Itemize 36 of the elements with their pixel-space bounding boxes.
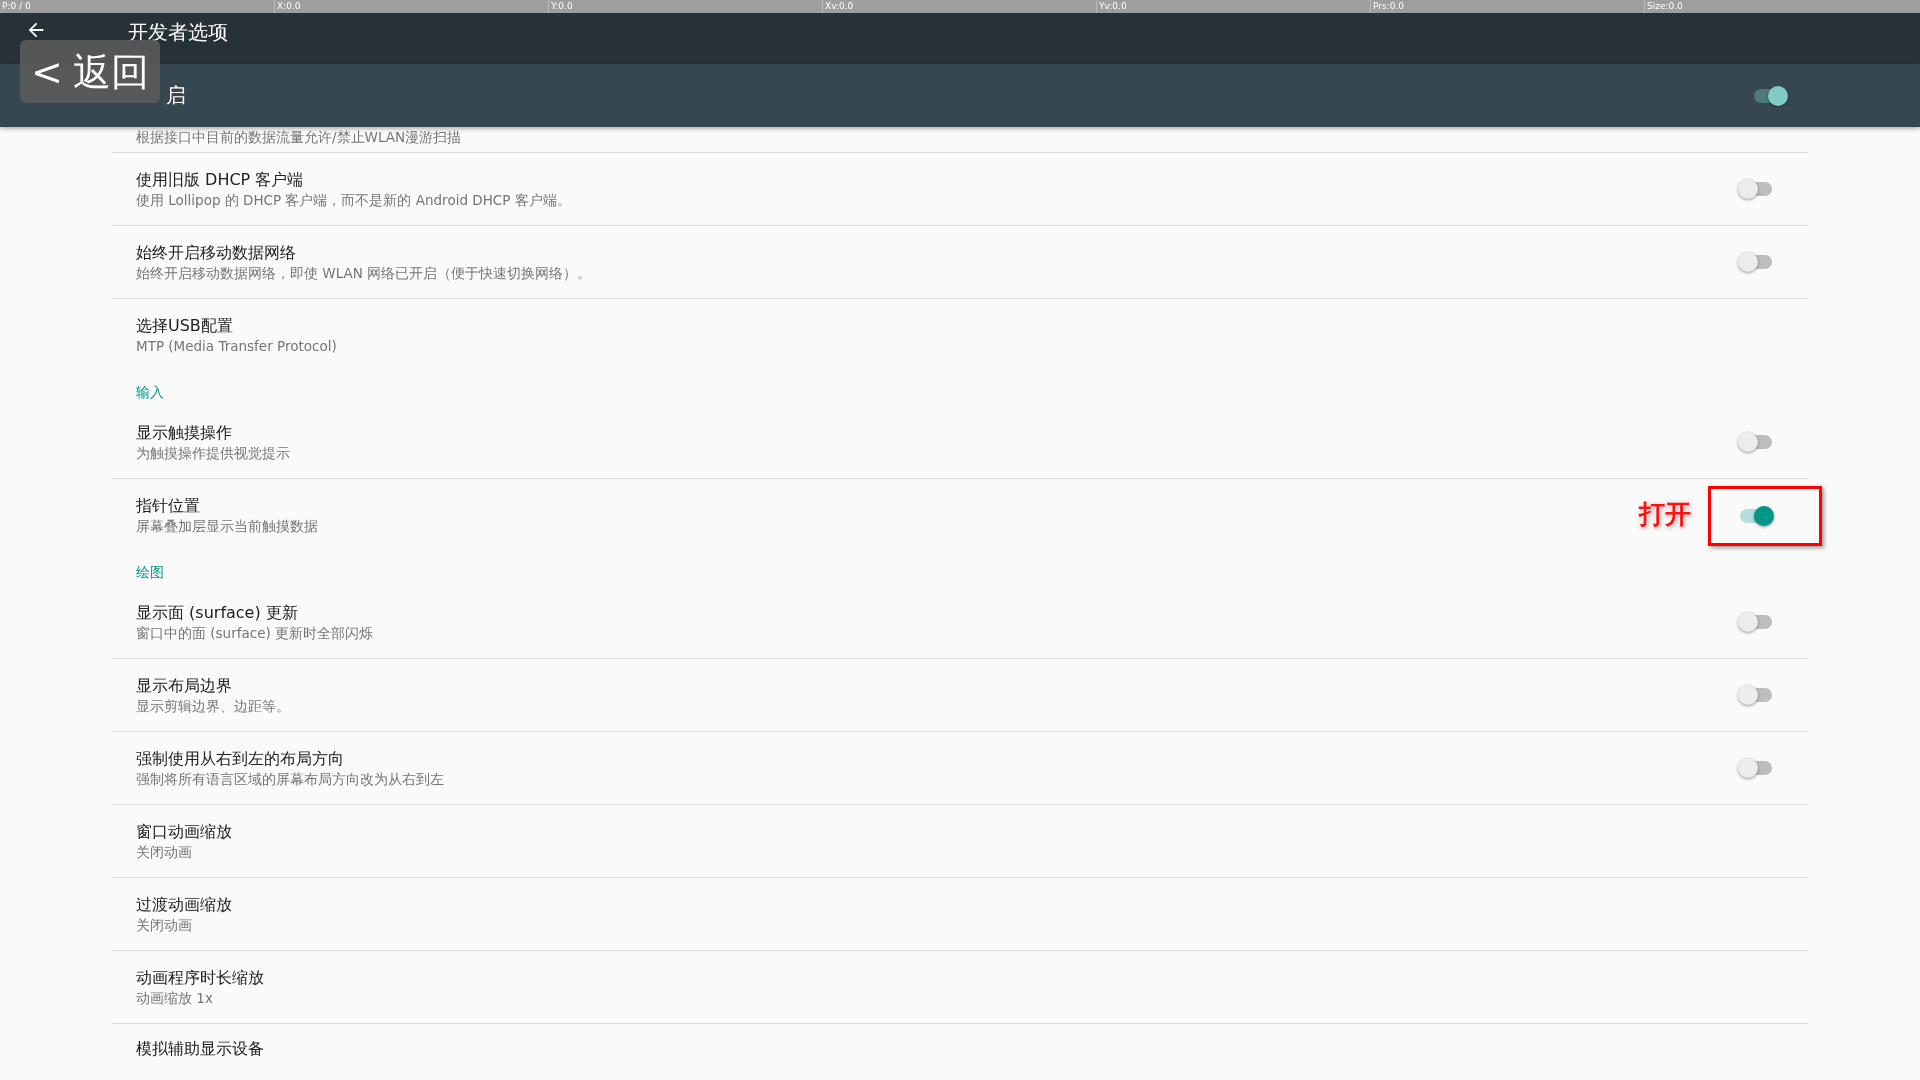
setting-description: 窗口中的面 (surface) 更新时全部闪烁: [136, 623, 373, 643]
setting-title[interactable]: 强制使用从右到左的布局方向: [136, 747, 344, 769]
setting-description: 强制将所有语言区域的屏幕布局方向改为从右到左: [136, 769, 444, 789]
setting-description: 关闭动画: [136, 915, 192, 935]
category-header: 绘图: [135, 563, 165, 582]
master-switch-label: 启: [166, 82, 186, 109]
back-overlay-button[interactable]: < 返回: [20, 40, 160, 103]
setting-title[interactable]: 显示面 (surface) 更新: [136, 601, 298, 623]
toggle-switch[interactable]: [1738, 430, 1774, 454]
setting-description: 屏幕叠加层显示当前触摸数据: [136, 517, 318, 536]
setting-title[interactable]: 显示触摸操作: [136, 421, 232, 443]
toggle-switch[interactable]: [1738, 610, 1774, 634]
setting-description: 根据接口中目前的数据流量允许/禁止WLAN漫游扫描: [136, 128, 462, 147]
setting-title[interactable]: 使用旧版 DHCP 客户端: [136, 168, 304, 190]
setting-description: 显示剪辑边界、边距等。: [136, 696, 290, 716]
setting-description: 动画缩放 1x: [136, 988, 213, 1008]
toggle-switch[interactable]: [1738, 683, 1774, 707]
setting-title[interactable]: 窗口动画缩放: [136, 820, 232, 842]
setting-title[interactable]: 选择USB配置: [136, 315, 233, 336]
toggle-switch[interactable]: [1738, 250, 1774, 274]
toggle-switch[interactable]: [1738, 756, 1774, 780]
toggle-switch[interactable]: [1738, 177, 1774, 201]
setting-title[interactable]: 始终开启移动数据网络: [136, 241, 296, 263]
setting-description: 为触摸操作提供视觉提示: [136, 443, 290, 463]
setting-title[interactable]: 过渡动画缩放: [136, 893, 232, 915]
setting-description: 始终开启移动数据网络，即使 WLAN 网络已开启（便于快速切换网络）。: [136, 263, 592, 283]
setting-title[interactable]: 指针位置: [136, 495, 200, 516]
setting-description: MTP (Media Transfer Protocol): [136, 337, 337, 356]
setting-title[interactable]: 动画程序时长缩放: [136, 966, 264, 988]
setting-title[interactable]: 显示布局边界: [136, 674, 232, 696]
setting-description: 使用 Lollipop 的 DHCP 客户端，而不是新的 Android DHCP 客户端。: [136, 190, 571, 210]
annotation-label: 打开: [1639, 498, 1691, 531]
category-header: 输入: [135, 383, 165, 402]
pointer-readout: P:0 / 0: [1, 0, 32, 13]
setting-description: 关闭动画: [136, 842, 192, 862]
setting-title[interactable]: 模拟辅助显示设备: [136, 1038, 264, 1059]
